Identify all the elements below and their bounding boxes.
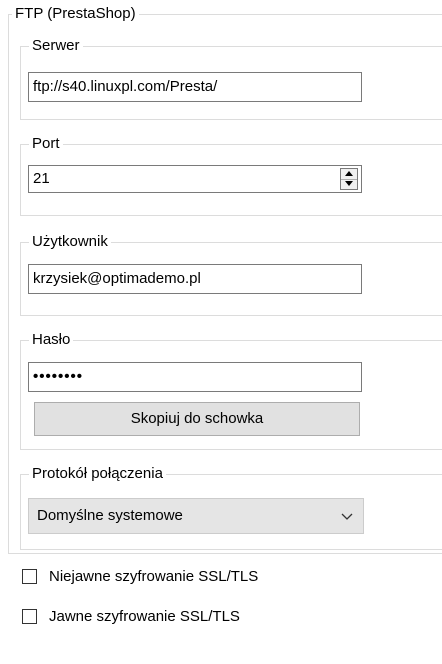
copy-to-clipboard-button[interactable]: Skopiuj do schowka: [34, 402, 360, 436]
explicit-ssl-label: Jawne szyfrowanie SSL/TLS: [49, 608, 240, 625]
user-input[interactable]: krzysiek@optimademo.pl: [28, 264, 362, 294]
spin-down-button[interactable]: [341, 179, 357, 189]
chevron-down-icon: [341, 513, 353, 520]
ftp-group-title: FTP (PrestaShop): [12, 5, 139, 23]
password-label: Hasło: [29, 331, 74, 349]
implicit-ssl-checkbox[interactable]: [22, 569, 37, 584]
protocol-selected-value: Domyślne systemowe: [37, 507, 183, 524]
server-label: Serwer: [29, 37, 83, 55]
protocol-select[interactable]: Domyślne systemowe: [28, 498, 364, 534]
port-input[interactable]: 21: [28, 165, 362, 193]
protocol-label: Protokół połączenia: [29, 465, 166, 483]
server-input[interactable]: ftp://s40.linuxpl.com/Presta/: [28, 72, 362, 102]
explicit-ssl-option[interactable]: Jawne szyfrowanie SSL/TLS: [22, 608, 240, 625]
user-label: Użytkownik: [29, 233, 111, 251]
arrow-down-icon: [345, 181, 353, 186]
password-input[interactable]: ••••••••: [28, 362, 362, 392]
implicit-ssl-option[interactable]: Niejawne szyfrowanie SSL/TLS: [22, 568, 258, 585]
port-label: Port: [29, 135, 63, 153]
port-spinner[interactable]: [340, 168, 358, 190]
arrow-up-icon: [345, 171, 353, 176]
implicit-ssl-label: Niejawne szyfrowanie SSL/TLS: [49, 568, 259, 585]
explicit-ssl-checkbox[interactable]: [22, 609, 37, 624]
